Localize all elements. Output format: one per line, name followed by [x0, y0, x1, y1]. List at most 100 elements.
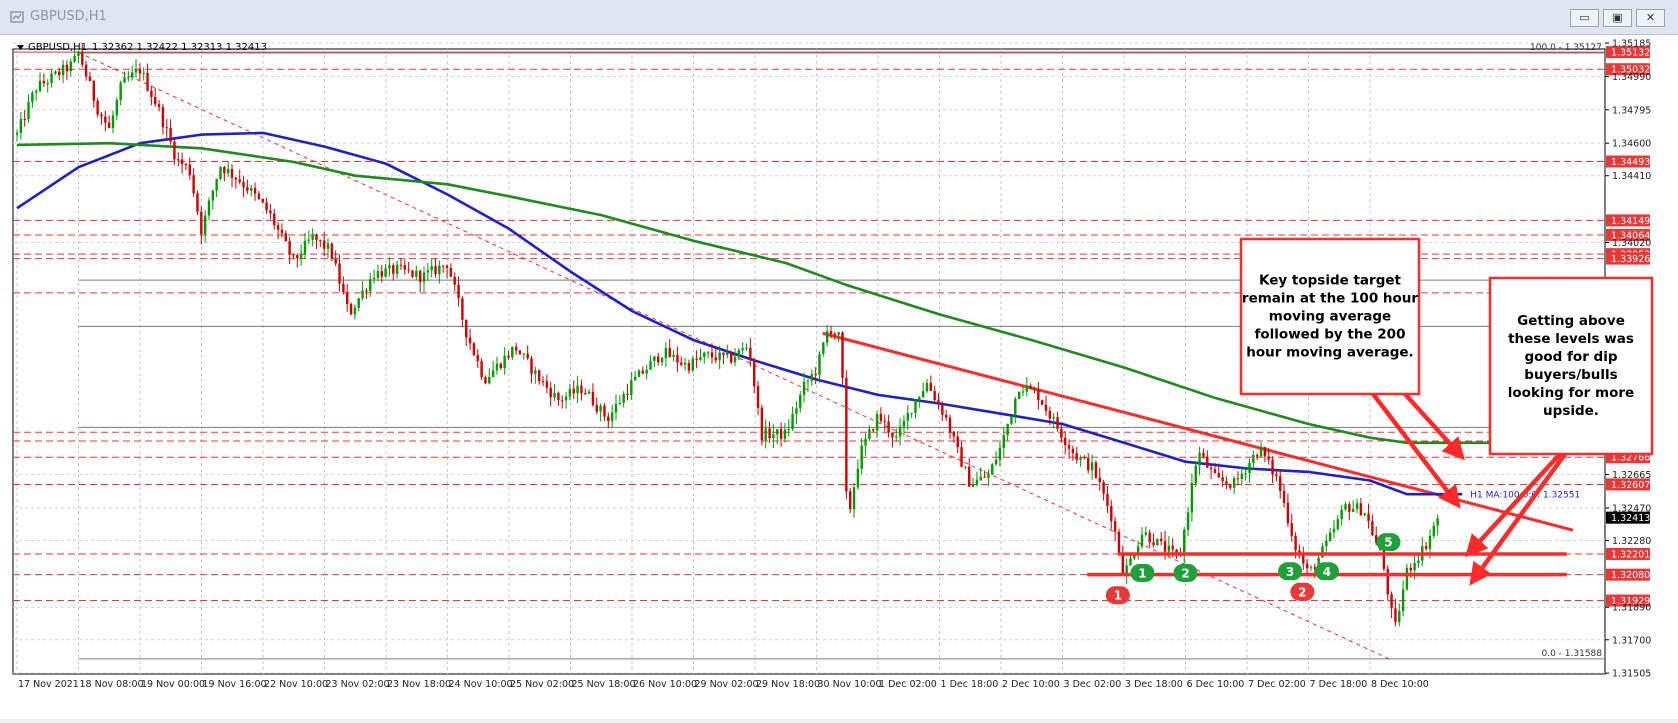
candle-body [1351, 509, 1355, 512]
candle-body [50, 73, 53, 84]
candle-body [983, 476, 986, 478]
candle-body [119, 82, 122, 101]
candle-body [465, 319, 468, 338]
candle-body [1171, 545, 1174, 550]
candle-body [34, 91, 38, 93]
candle-body [173, 141, 176, 160]
candle-body [230, 169, 234, 178]
y-tick-label: 1.32665 [1612, 470, 1651, 481]
candle-body [242, 182, 245, 188]
candle-body [1325, 540, 1328, 547]
x-tick-label: 7 Dec 02:00 [1248, 679, 1306, 690]
candle-body [1221, 477, 1224, 482]
chart-ohlc: 1.32362 1.32422 1.32313 1.32413 [92, 42, 267, 53]
candle-body [925, 382, 929, 392]
candle-body [180, 159, 184, 165]
candle-body [403, 264, 406, 270]
candle-body [695, 358, 698, 360]
candle-body [146, 73, 149, 91]
candle-body [875, 413, 879, 431]
x-tick-label: 1 Dec 02:00 [879, 679, 937, 690]
candle-body [503, 355, 506, 368]
candle-body [1079, 457, 1082, 460]
candle-body [284, 233, 287, 242]
chart-app-icon [10, 11, 24, 23]
candle-body [246, 187, 249, 191]
x-tick-label: 17 Nov 2021 [18, 679, 79, 690]
candle-body [703, 352, 706, 357]
candle-body [645, 369, 648, 374]
candle-body [883, 420, 886, 422]
candle-body [1014, 398, 1017, 416]
price-chart[interactable]: 1.351321.350321.344931.341491.340641.339… [0, 34, 1678, 719]
candle-body [729, 352, 733, 363]
x-tick-label: 30 Nov 10:00 [818, 679, 882, 690]
candle-body [1194, 465, 1197, 484]
candle-body [250, 187, 253, 191]
candle-body [783, 429, 787, 439]
candle-body [495, 363, 499, 371]
price-level-label: 1.32607 [1611, 480, 1650, 491]
candle-body [933, 390, 936, 401]
candle-body [1417, 560, 1420, 563]
candle-body [991, 464, 994, 475]
candle-body [1152, 542, 1155, 546]
candle-body [134, 69, 138, 73]
candle-body [607, 416, 610, 422]
minimize-button[interactable]: ▭ [1570, 9, 1599, 27]
candle-body [1309, 567, 1313, 569]
note-getting-above-text: buyers/bulls [1524, 367, 1617, 383]
note-getting-above-text: these levels was [1508, 331, 1634, 347]
marker-number: 2 [1298, 585, 1306, 599]
candle-body [937, 400, 940, 404]
candle-body [92, 81, 95, 101]
candle-body [1021, 391, 1025, 393]
candle-body [1202, 452, 1205, 457]
candle-body [196, 193, 199, 212]
candle-body [557, 392, 560, 401]
candle-body [718, 352, 721, 361]
candle-body [1432, 525, 1436, 536]
candle-body [299, 254, 303, 259]
candle-body [964, 466, 967, 468]
candle-body [1344, 504, 1347, 510]
candle-body [23, 119, 26, 121]
candle-body [994, 459, 998, 465]
candle-body [595, 405, 598, 412]
y-tick-label: 1.34600 [1612, 139, 1651, 150]
candle-body [480, 361, 483, 378]
candle-body [27, 101, 30, 120]
candle-body [737, 350, 741, 358]
candle-body [107, 122, 111, 128]
candle-body [226, 169, 230, 174]
candle-body [514, 346, 518, 351]
price-level-label: 1.33926 [1611, 254, 1650, 265]
candle-body [1048, 410, 1052, 419]
window-titlebar[interactable]: GBPUSD,H1 ▭ ▣ ✕ [0, 0, 1678, 35]
candle-body [799, 395, 802, 409]
candle-body [1236, 478, 1240, 480]
maximize-button[interactable]: ▣ [1603, 9, 1632, 27]
close-button[interactable]: ✕ [1636, 9, 1665, 27]
candle-body [1006, 423, 1009, 436]
candle-body [779, 429, 783, 439]
candle-body [441, 265, 445, 267]
x-tick-label: 26 Nov 10:00 [633, 679, 697, 690]
candle-body [369, 279, 372, 291]
candle-body [1144, 532, 1148, 535]
candle-body [238, 179, 241, 183]
candle-body [929, 382, 933, 391]
candle-body [150, 90, 153, 97]
candle-body [1159, 538, 1163, 542]
candle-body [484, 377, 487, 384]
candle-body [518, 350, 522, 355]
candle-body [733, 357, 737, 363]
candle-body [315, 234, 318, 240]
y-tick-label: 1.34410 [1612, 171, 1651, 182]
marker-number: 4 [1323, 565, 1331, 579]
candle-body [753, 359, 756, 387]
candle-body [691, 358, 694, 371]
candle-body [764, 428, 767, 441]
candle-body [365, 290, 368, 292]
chart-area[interactable]: 1.35132 1.35032 1.34493 1.34149 1.34064 1.339… [0, 34, 1678, 719]
